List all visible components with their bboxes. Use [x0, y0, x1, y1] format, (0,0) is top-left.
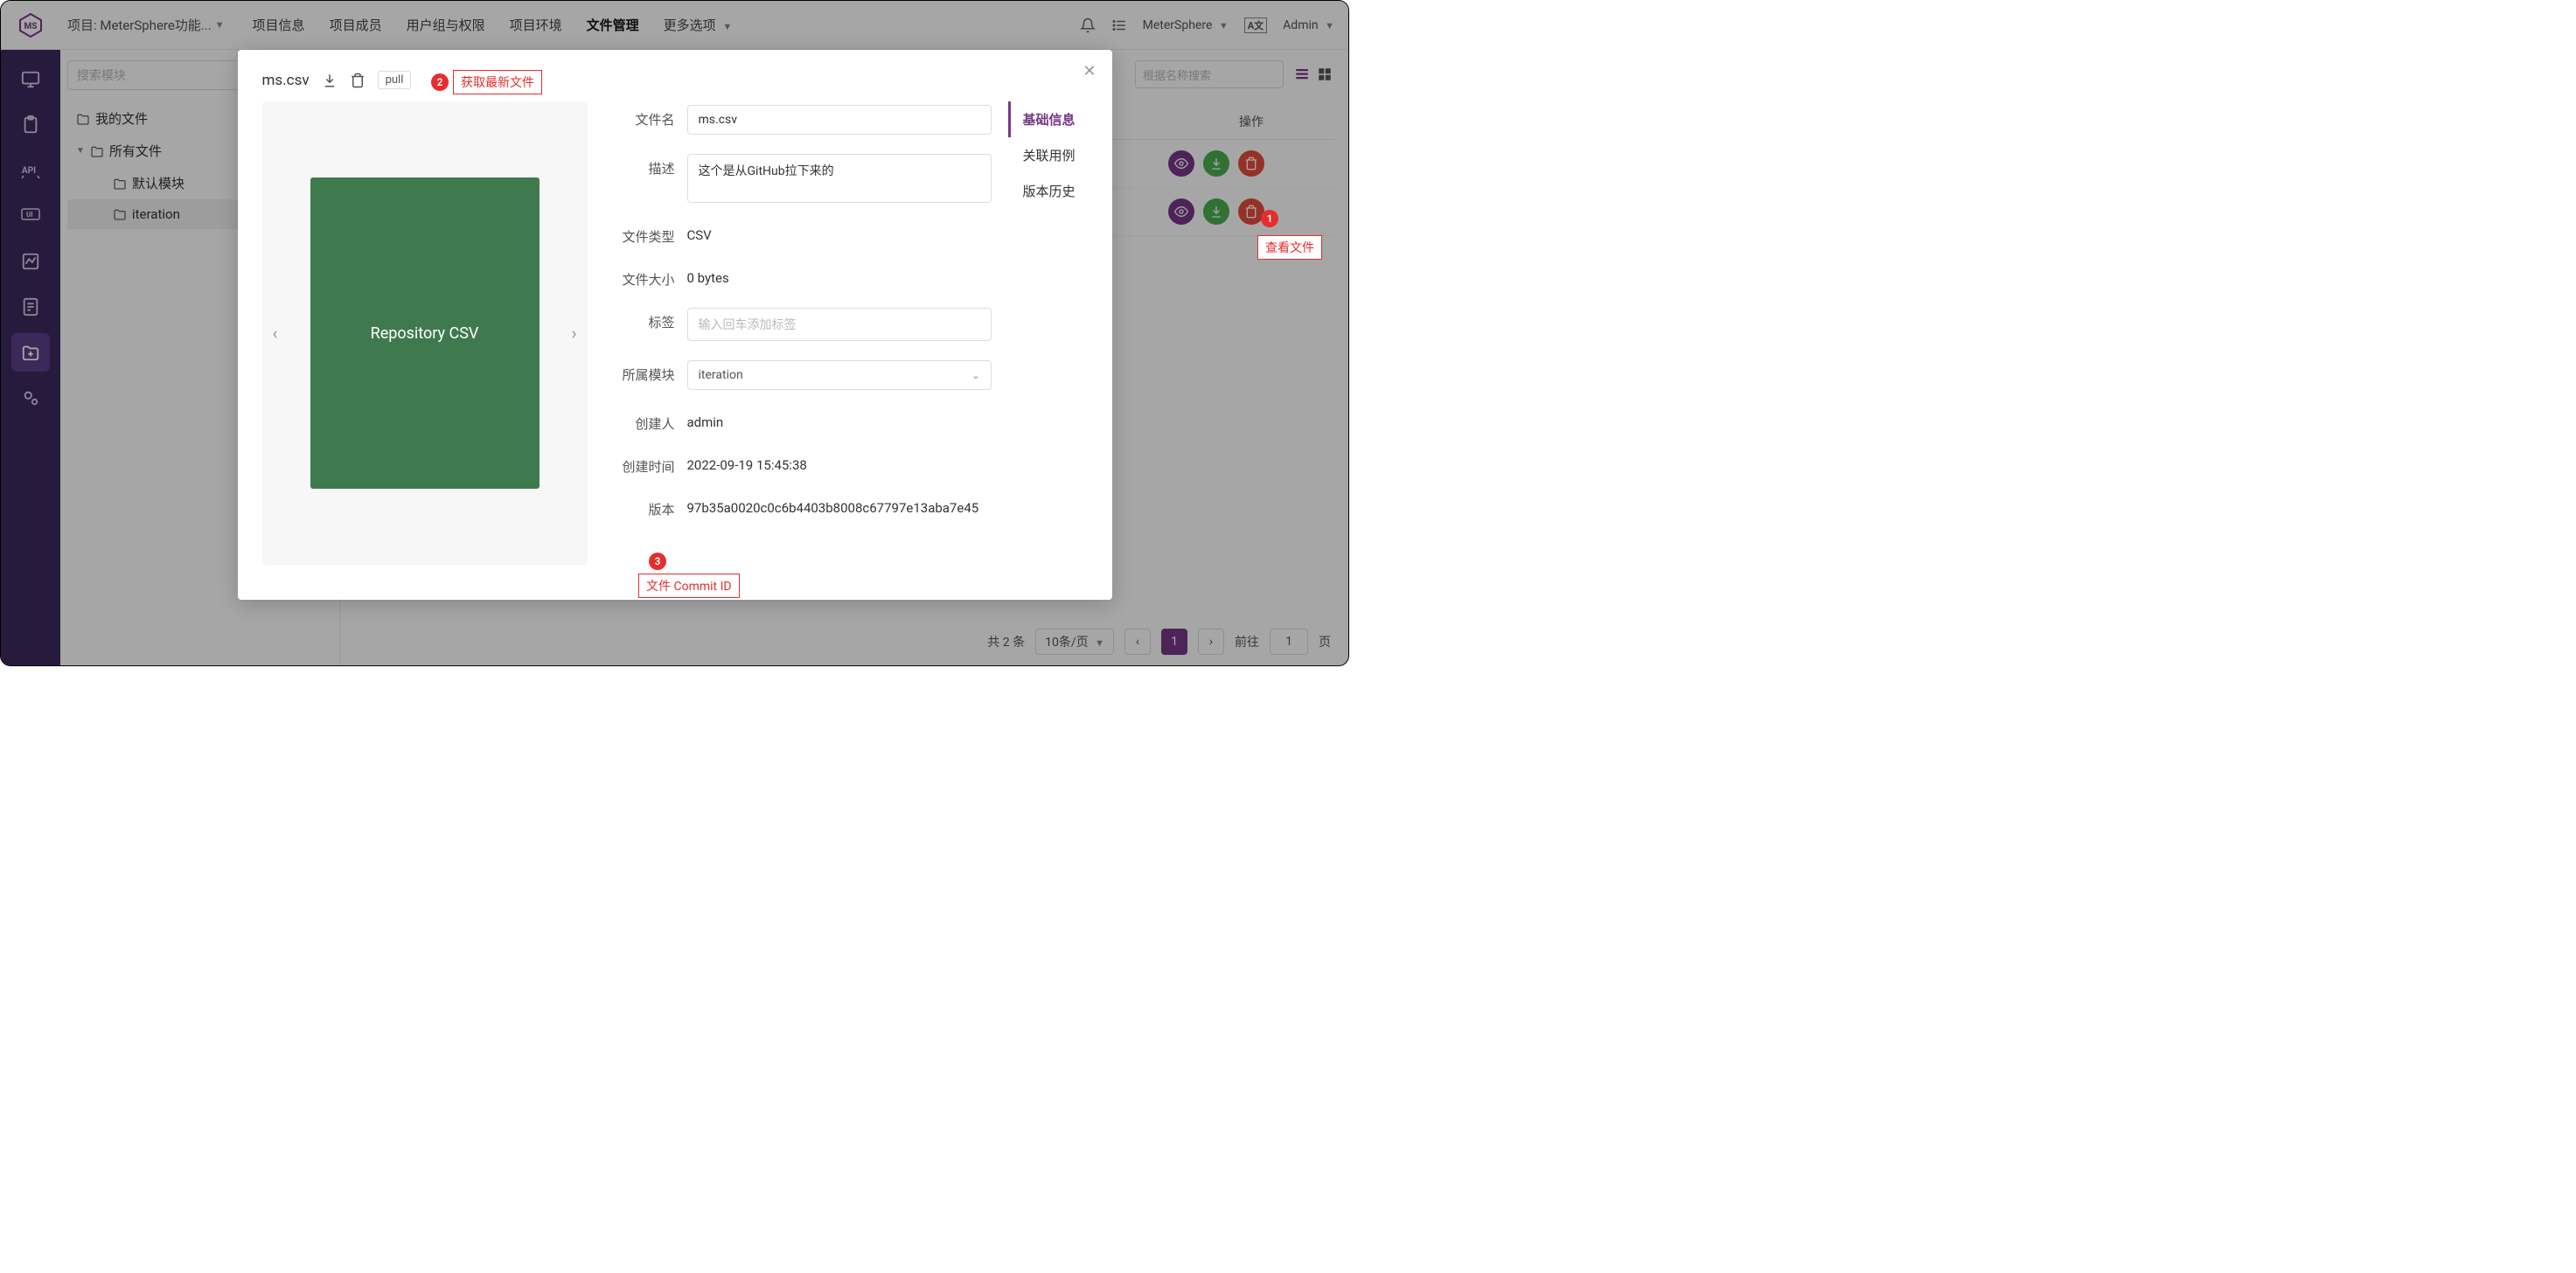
type-value: CSV [687, 222, 992, 243]
desc-textarea[interactable]: 这个是从GitHub拉下来的 [687, 154, 992, 203]
annotation-badge-3: 3 [649, 553, 666, 570]
file-detail-modal: ✕ ms.csv pull ‹ Repository CSV › 文件名 ms.… [238, 50, 1112, 600]
creator-label: 创建人 [605, 409, 675, 433]
tab-relations[interactable]: 关联用例 [1011, 137, 1088, 173]
ctime-label: 创建时间 [605, 452, 675, 476]
size-value: 0 bytes [687, 265, 992, 286]
chevron-down-icon: ⌄ [971, 370, 979, 381]
filename-label: 文件名 [605, 105, 675, 129]
annotation-badge-2: 2 [431, 73, 449, 91]
creator-value: admin [687, 409, 992, 430]
size-label: 文件大小 [605, 265, 675, 289]
annotation-badge-1: 1 [1261, 210, 1278, 227]
type-label: 文件类型 [605, 222, 675, 246]
file-preview: ‹ Repository CSV › [262, 101, 588, 565]
version-label: 版本 [605, 495, 675, 518]
module-label: 所属模块 [605, 360, 675, 384]
tags-label: 标签 [605, 308, 675, 331]
annotation-label-3: 文件 Commit ID [638, 574, 740, 598]
file-form: 文件名 ms.csv 描述 这个是从GitHub拉下来的 文件类型 CSV 文件… [605, 101, 992, 565]
pull-button[interactable]: pull [378, 71, 412, 89]
ctime-value: 2022-09-19 15:45:38 [687, 452, 992, 473]
tab-basic-info[interactable]: 基础信息 [1008, 101, 1088, 137]
tags-input[interactable]: 输入回车添加标签 [687, 308, 992, 341]
tab-history[interactable]: 版本历史 [1011, 173, 1088, 209]
desc-label: 描述 [605, 154, 675, 177]
module-select[interactable]: iteration ⌄ [687, 360, 992, 390]
annotation-label-1: 查看文件 [1257, 235, 1322, 260]
trash-icon[interactable] [350, 73, 366, 88]
filename-input[interactable]: ms.csv [687, 105, 992, 135]
preview-card: Repository CSV [310, 177, 540, 489]
modal-title: ms.csv [262, 72, 310, 89]
annotation-label-2: 获取最新文件 [453, 70, 542, 94]
next-file-icon[interactable]: › [571, 323, 576, 344]
download-icon[interactable] [322, 73, 338, 88]
close-icon[interactable]: ✕ [1083, 62, 1096, 80]
prev-file-icon[interactable]: ‹ [273, 323, 278, 344]
version-value: 97b35a0020c0c6b4403b8008c67797e13aba7e45 [687, 495, 992, 516]
detail-tabs: 基础信息 关联用例 版本历史 [1009, 101, 1088, 565]
